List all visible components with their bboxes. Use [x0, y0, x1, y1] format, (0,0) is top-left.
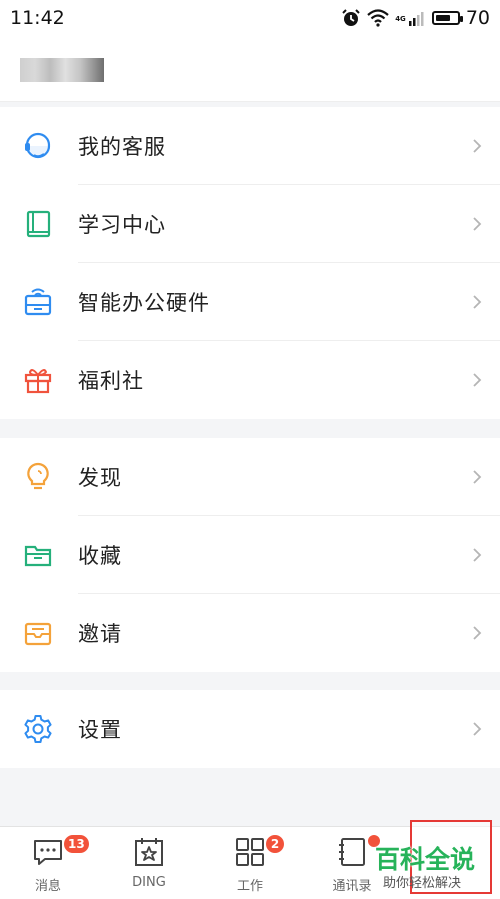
wifi-icon: [367, 9, 389, 27]
menu-item-settings[interactable]: 设置: [0, 690, 500, 768]
battery: 70: [431, 7, 490, 29]
header: [0, 36, 500, 102]
grid-icon: [236, 838, 264, 866]
tab-label: 通讯录: [332, 879, 372, 894]
menu-item-label: 学习中心: [78, 213, 166, 237]
ding-icon: [135, 838, 163, 866]
menu-item-label: 收藏: [78, 544, 122, 568]
menu-group-1: 我的客服 学习中心 智能办公硬件 福利社: [0, 107, 500, 419]
battery-fill: [435, 15, 450, 21]
menu-item-label: 发现: [78, 466, 122, 490]
alarm-icon: [342, 9, 360, 26]
tab-work[interactable]: 2 工作: [210, 833, 290, 895]
chevron-right-icon: [473, 139, 482, 153]
lightbulb-icon: [22, 461, 54, 493]
tab-label: 消息: [34, 879, 61, 894]
contacts-icon: [339, 838, 365, 866]
network-type: 4G: [395, 15, 406, 23]
headset-icon: [22, 130, 54, 162]
chevron-right-icon: [473, 722, 482, 736]
signal-icon: [408, 12, 424, 26]
battery-icon: [431, 11, 463, 25]
chevron-right-icon: [473, 373, 482, 387]
book-icon: [22, 208, 54, 240]
watermark-subtitle: 助你轻松解决: [383, 876, 462, 891]
watermark-title: 百科全说: [375, 845, 476, 874]
gear-icon: [22, 713, 54, 745]
folder-icon: [22, 539, 54, 571]
menu-item-customer-service[interactable]: 我的客服: [0, 107, 500, 185]
menu-item-discover[interactable]: 发现: [0, 438, 500, 516]
battery-percent: 70: [465, 7, 490, 29]
menu-item-invite[interactable]: 邀请: [0, 594, 500, 672]
menu-item-welfare[interactable]: 福利社: [0, 341, 500, 419]
menu-item-label: 邀请: [78, 622, 122, 646]
status-bar: 11:42 4G 70: [0, 0, 500, 36]
tab-ding[interactable]: DING: [109, 835, 189, 895]
tab-label: 工作: [236, 879, 263, 894]
gift-icon: [22, 364, 54, 396]
menu-group-3: 设置: [0, 690, 500, 768]
status-icons: 4G 70: [341, 7, 490, 29]
menu-item-label: 福利社: [78, 369, 144, 393]
chevron-right-icon: [473, 626, 482, 640]
tab-label: DING: [132, 875, 166, 890]
chevron-right-icon: [473, 217, 482, 231]
device-icon: [22, 286, 54, 318]
message-icon: [34, 840, 62, 865]
work-badge: 2: [264, 833, 286, 855]
menu-item-label: 智能办公硬件: [78, 291, 210, 315]
chevron-right-icon: [473, 548, 482, 562]
messages-badge: 13: [62, 833, 91, 855]
status-time: 11:42: [10, 7, 65, 29]
menu-item-label: 我的客服: [78, 135, 166, 159]
menu-item-smart-hardware[interactable]: 智能办公硬件: [0, 263, 500, 341]
menu-item-learning-center[interactable]: 学习中心: [0, 185, 500, 263]
tab-messages[interactable]: 13 消息: [8, 833, 91, 895]
menu-group-2: 发现 收藏 邀请: [0, 438, 500, 672]
chevron-right-icon: [473, 470, 482, 484]
blurred-user-name: [20, 58, 104, 82]
menu-item-label: 设置: [78, 718, 122, 742]
envelope-icon: [22, 617, 54, 649]
chevron-right-icon: [473, 295, 482, 309]
menu-item-favorites[interactable]: 收藏: [0, 516, 500, 594]
